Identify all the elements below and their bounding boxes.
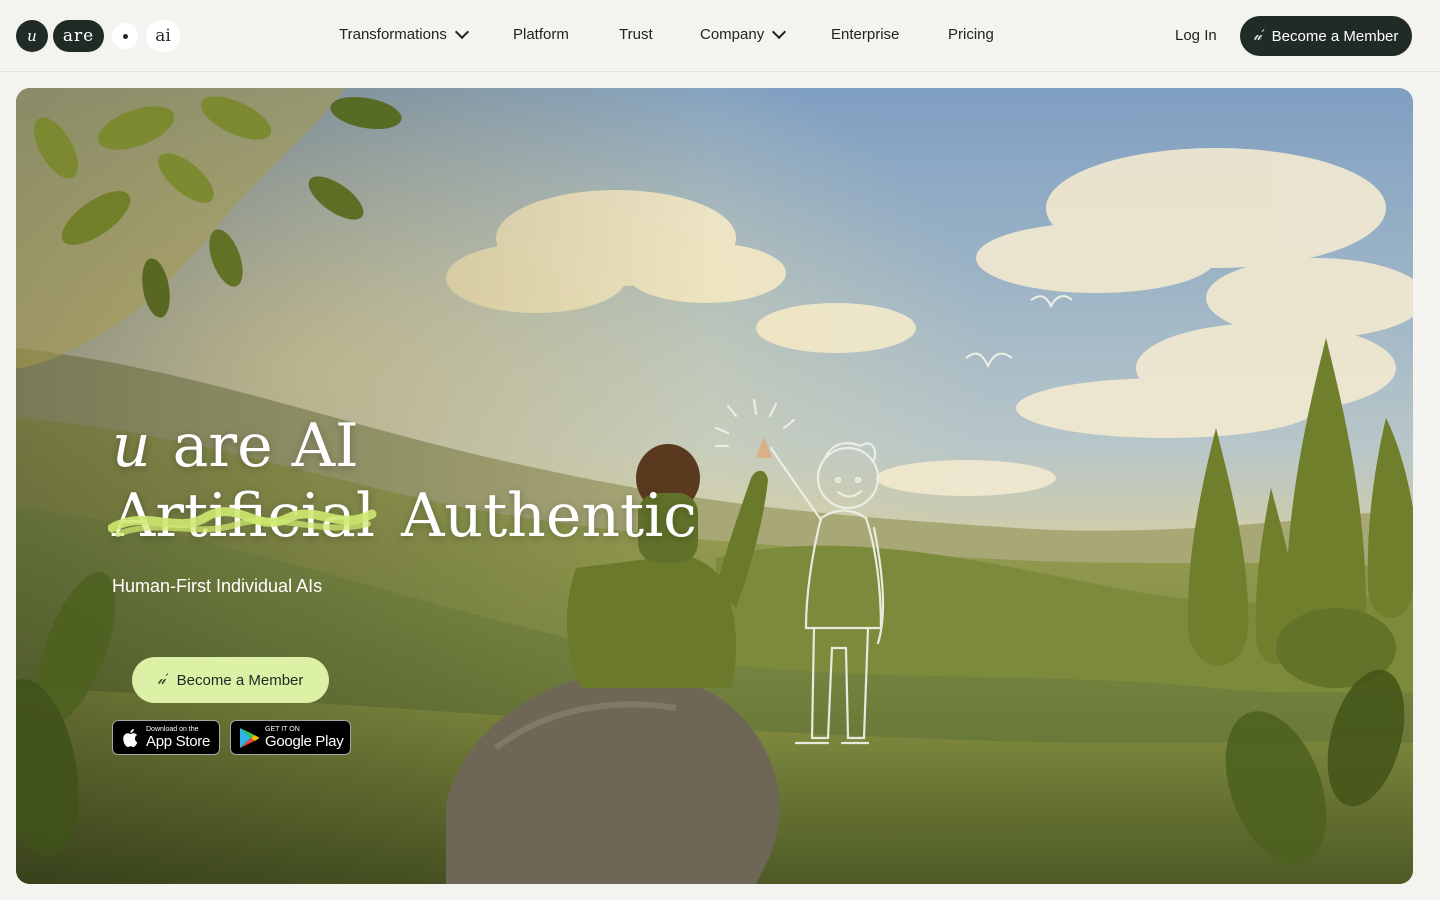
logo-u-mark: u — [16, 20, 48, 52]
menu-item-pricing[interactable]: Pricing — [948, 26, 994, 43]
app-store-big-text: App Store — [146, 732, 211, 750]
top-navigation: u are ai Transformations Platform Trust … — [0, 0, 1440, 72]
headline-line-1: u are AI — [112, 414, 359, 478]
menu-item-label: Enterprise — [831, 26, 900, 43]
hero-cta-label: Become a Member — [176, 671, 304, 689]
scribble-strikethrough-icon — [108, 507, 377, 537]
menu-item-enterprise[interactable]: Enterprise — [831, 26, 899, 43]
menu-item-label: Platform — [513, 26, 569, 43]
headline-u-mark: u — [112, 411, 151, 481]
chevron-down-icon — [772, 24, 787, 40]
struck-word: Artificial — [108, 484, 377, 548]
headline-authentic: Authentic — [401, 481, 697, 551]
become-member-label: Become a Member — [1271, 27, 1399, 45]
menu-item-label: Company — [700, 26, 765, 43]
menu-item-label: Transformations — [339, 26, 447, 43]
menu-item-company[interactable]: Company — [700, 24, 787, 43]
menu-item-transformations[interactable]: Transformations — [339, 24, 469, 43]
u-mark-icon: 𝓊′ — [157, 672, 169, 688]
menu-item-trust[interactable]: Trust — [619, 26, 653, 43]
chevron-down-icon — [454, 24, 469, 40]
menu-item-label: Pricing — [948, 26, 994, 43]
menu-item-platform[interactable]: Platform — [513, 26, 569, 43]
login-link[interactable]: Log In — [1175, 27, 1217, 44]
u-mark-icon: 𝓊′ — [1253, 28, 1265, 44]
hero-banner: u are AI Artificial Authentic Human-First… — [16, 88, 1413, 884]
logo-ai: ai — [146, 20, 180, 52]
hero-become-member-button[interactable]: 𝓊′ Become a Member — [132, 657, 329, 703]
logo[interactable]: u are ai — [16, 19, 180, 53]
google-play-icon — [240, 727, 260, 748]
google-play-big-text: Google Play — [265, 732, 344, 750]
become-member-button[interactable]: 𝓊′ Become a Member — [1240, 16, 1412, 56]
logo-are: are — [53, 20, 104, 52]
headline-are-ai: are AI — [172, 411, 359, 481]
hero-subtitle: Human-First Individual AIs — [112, 576, 323, 596]
google-play-badge[interactable]: GET IT ON Google Play — [230, 720, 351, 755]
logo-dot — [112, 23, 138, 49]
headline-line-2: Artificial Authentic — [108, 481, 697, 551]
menu-item-label: Trust — [619, 26, 653, 43]
app-store-badge[interactable]: Download on the App Store — [112, 720, 220, 755]
apple-icon — [123, 728, 138, 747]
